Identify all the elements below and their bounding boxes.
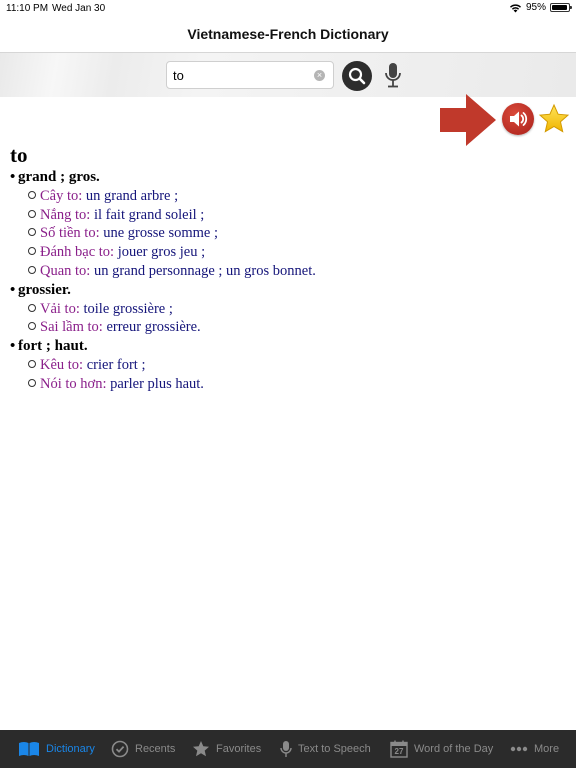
tab-text-to-speech[interactable]: Text to Speech — [280, 730, 371, 768]
example-french: un grand arbre ; — [82, 188, 179, 204]
search-field[interactable]: × — [166, 61, 334, 89]
status-right: 95% — [509, 2, 572, 13]
sense-title: • fort ; haut. — [10, 337, 88, 354]
tab-label: More — [534, 743, 560, 755]
tab-bar: Dictionary Recents Favorites Text to Spe… — [0, 730, 576, 768]
entry-content: to • grand ; gros. Cây to: un grand arbre… — [10, 142, 570, 393]
tab-more[interactable]: More — [510, 730, 559, 768]
headword: to — [10, 143, 28, 167]
example: Nắng to: il fait grand soleil ; — [10, 206, 570, 225]
calendar-icon: 27 — [390, 740, 408, 758]
sense-title-text: grand ; gros. — [18, 169, 100, 185]
status-bar: 11:10 PM Wed Jan 30 95% — [0, 0, 576, 16]
microphone-icon — [385, 63, 401, 88]
sense-title-text: grossier. — [18, 281, 71, 298]
example-vietnamese: Sai lầm to: — [40, 319, 103, 336]
example-french: un grand personnage ; un gros bonnet. — [90, 262, 316, 279]
example-vietnamese: Quan to: — [40, 262, 91, 279]
tab-label: Recents — [135, 743, 176, 755]
search-input[interactable] — [173, 62, 309, 88]
tab-word-of-the-day[interactable]: 27 Word of the Day — [390, 730, 493, 768]
tab-favorites[interactable]: Favorites — [192, 730, 261, 768]
battery-icon — [550, 3, 572, 12]
example-french: parler plus haut. — [106, 375, 204, 392]
example-vietnamese: Số tiền to: — [40, 225, 100, 242]
tab-label: Favorites — [216, 743, 262, 755]
sense: • fort ; haut. Kêu to: crier fort ; Nói t… — [10, 337, 570, 393]
speaker-icon — [510, 111, 528, 127]
status-date: Wed Jan 30 — [52, 3, 106, 14]
pointer-arrow-icon — [440, 94, 496, 146]
page-title: Vietnamese-French Dictionary — [187, 26, 389, 42]
wifi-icon — [509, 3, 521, 12]
example-french: une grosse somme ; — [99, 225, 219, 242]
more-dots-icon — [510, 746, 528, 752]
example: Sai lầm to: erreur grossière. — [10, 318, 570, 337]
tab-label: Text to Speech — [298, 743, 371, 755]
battery-percent: 95% — [525, 2, 546, 13]
pronounce-button[interactable] — [502, 103, 534, 135]
battery-fill — [552, 5, 568, 10]
example: Đánh bạc to: jouer gros jeu ; — [10, 243, 570, 262]
example-vietnamese: Cây to: — [40, 188, 83, 204]
example: Quan to: un grand personnage ; un gros b… — [10, 262, 570, 281]
tab-label: Word of the Day — [414, 743, 494, 755]
microphone-icon — [280, 741, 292, 757]
example-french: erreur grossière. — [102, 319, 201, 336]
clear-search-icon[interactable]: × — [314, 70, 325, 81]
sense: • grossier. Vải to: toile grossière ; Sai… — [10, 281, 570, 337]
example-vietnamese: Nắng to: — [40, 206, 91, 223]
example: Kêu to: crier fort ; — [10, 356, 570, 375]
example-vietnamese: Đánh bạc to: — [40, 244, 115, 261]
voice-search-button[interactable] — [382, 60, 404, 92]
book-icon — [19, 742, 39, 756]
sense-title: • grossier. — [10, 281, 71, 298]
status-time: 11:10 PM — [6, 3, 49, 14]
tab-label: Dictionary — [46, 743, 95, 755]
search-button[interactable] — [342, 61, 372, 91]
example-french: toile grossière ; — [79, 300, 173, 317]
check-circle-icon — [111, 740, 129, 758]
example-french: il fait grand soleil ; — [90, 206, 205, 223]
sense: • grand ; gros. Cây to: un grand arbre ; … — [10, 168, 570, 281]
example-vietnamese: Kêu to: — [40, 356, 84, 373]
example: Vải to: toile grossière ; — [10, 300, 570, 319]
sense-title-text: fort ; haut. — [18, 337, 88, 354]
example-french: crier fort ; — [83, 356, 146, 373]
sense-title: • grand ; gros. — [10, 169, 100, 185]
example: Nói to hơn: parler plus haut. — [10, 375, 570, 394]
star-icon — [193, 741, 209, 757]
add-favorite-button[interactable] — [538, 103, 570, 135]
example: Cây to: un grand arbre ; — [10, 187, 570, 206]
tab-recents[interactable]: Recents — [111, 730, 175, 768]
magnifier-icon — [348, 67, 366, 85]
example: Số tiền to: une grosse somme ; — [10, 224, 570, 243]
example-vietnamese: Nói to hơn: — [40, 375, 107, 392]
star-icon — [538, 103, 570, 133]
tab-dictionary[interactable]: Dictionary — [18, 730, 95, 768]
calendar-badge: 27 — [394, 747, 404, 756]
search-bar: × — [0, 52, 576, 97]
example-french: jouer gros jeu ; — [114, 244, 206, 261]
example-vietnamese: Vải to: — [40, 300, 80, 317]
